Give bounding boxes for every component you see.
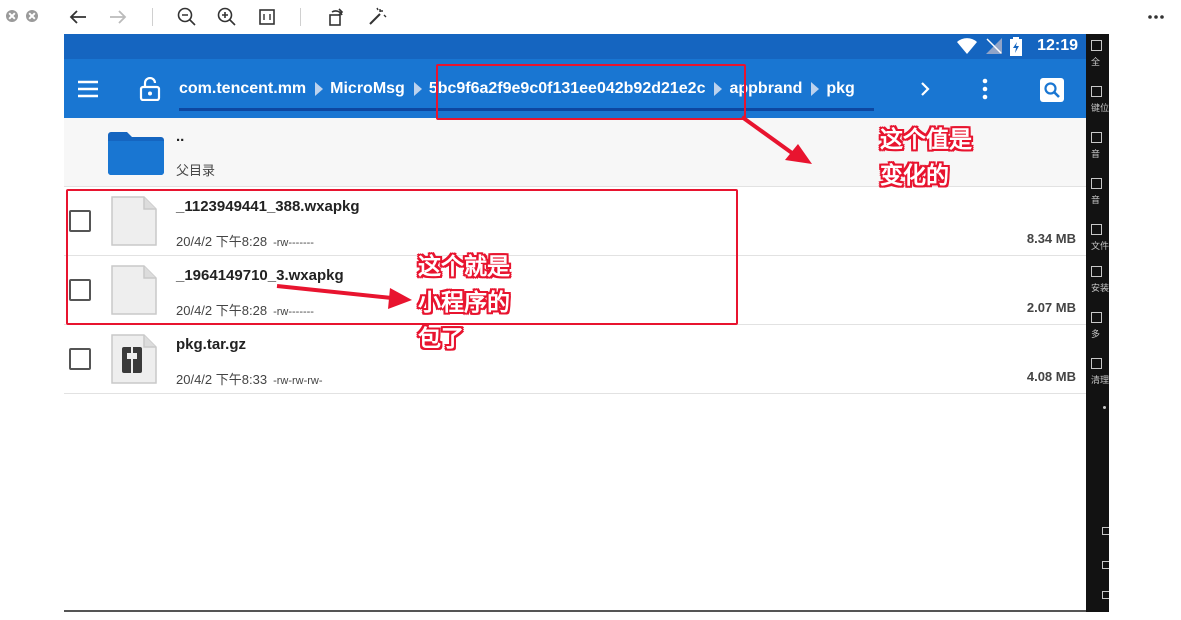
home-icon[interactable] — [1102, 561, 1109, 569]
keyboard-icon — [1091, 86, 1102, 97]
breadcrumb-separator-icon — [811, 81, 820, 96]
file-size: 8.34 MB — [1026, 231, 1076, 246]
side-tool-fullscreen[interactable]: 全 — [1091, 40, 1109, 68]
battery-icon — [1010, 37, 1022, 56]
more-options-icon[interactable] — [1147, 8, 1165, 26]
fit-window-icon[interactable] — [255, 5, 279, 29]
viewer-toolbar — [0, 0, 1181, 34]
multi-instance-icon — [1091, 312, 1102, 323]
close-window-icon[interactable] — [6, 10, 18, 22]
breadcrumb-current[interactable]: pkg — [826, 80, 854, 98]
breadcrumb-separator-icon — [413, 81, 422, 96]
file-size: 2.07 MB — [1026, 300, 1076, 315]
side-tool-install[interactable]: 安装 — [1091, 266, 1109, 294]
file-checkbox[interactable] — [69, 348, 91, 370]
status-time: 12:19 — [1037, 37, 1078, 54]
highlight-box-hash — [436, 64, 746, 120]
minimize-window-icon[interactable] — [26, 10, 38, 22]
status-bar: 12:19 — [64, 34, 1086, 59]
breadcrumb-item[interactable]: MicroMsg — [330, 80, 405, 98]
annotation-line: 这个就是 — [418, 254, 510, 280]
rotate-icon[interactable] — [324, 5, 348, 29]
magic-wand-icon[interactable] — [365, 5, 389, 29]
annotation-line: 小程序的 — [418, 290, 510, 316]
annotation-line: 变化的 — [880, 163, 949, 189]
signal-icon — [986, 38, 1002, 54]
install-icon — [1091, 266, 1102, 277]
emulator-side-toolbar: 全 键位 音 音 文件 安装 多 清理 — [1086, 34, 1109, 612]
recent-apps-icon[interactable] — [1102, 591, 1109, 599]
file-size: 4.08 MB — [1026, 369, 1076, 384]
overflow-menu-icon[interactable] — [974, 77, 996, 101]
volume-down-icon — [1091, 178, 1102, 189]
zoom-out-icon[interactable] — [175, 5, 199, 29]
unlock-icon[interactable] — [139, 77, 161, 101]
file-date: 20/4/2 下午8:33 — [176, 372, 268, 387]
fullscreen-icon — [1091, 40, 1102, 51]
annotation-line: 这个值是 — [880, 127, 972, 153]
menu-icon[interactable] — [76, 77, 100, 101]
back-icon[interactable] — [1102, 527, 1109, 535]
side-tool-files[interactable]: 文件 — [1091, 224, 1109, 252]
side-tool-volume-down[interactable]: 音 — [1091, 178, 1109, 206]
file-meta: 20/4/2 下午8:33 -rw-rw-rw- — [176, 369, 323, 388]
side-tool-volume-up[interactable]: 音 — [1091, 132, 1109, 160]
annotation-line: 包了 — [418, 326, 464, 352]
folder-icon — [108, 132, 164, 175]
forward-arrow-icon[interactable] — [106, 5, 130, 29]
wifi-icon — [957, 38, 977, 54]
annotation-value-changes: 这个值是 变化的 — [880, 122, 972, 194]
parent-directory-name: .. — [176, 128, 185, 145]
search-icon[interactable] — [1039, 77, 1065, 103]
side-tool-multi[interactable]: 多 — [1091, 312, 1109, 340]
toolbar-divider — [152, 8, 153, 26]
annotation-miniprogram-package: 这个就是 小程序的 包了 — [418, 249, 510, 357]
side-tool-keymap[interactable]: 键位 — [1091, 86, 1109, 114]
folder-icon — [1091, 224, 1102, 235]
chevron-right-icon[interactable] — [914, 78, 936, 100]
archive-icon — [111, 334, 157, 384]
parent-directory-label: 父目录 — [176, 163, 216, 178]
screen-bottom-edge — [64, 610, 1086, 612]
toolbar-divider — [300, 8, 301, 26]
more-tools-dot-icon[interactable] — [1103, 406, 1106, 409]
clean-icon — [1091, 358, 1102, 369]
zoom-in-icon[interactable] — [215, 5, 239, 29]
breadcrumb-item[interactable]: com.tencent.mm — [179, 80, 306, 98]
breadcrumb-separator-icon — [315, 81, 324, 96]
file-name: pkg.tar.gz — [176, 336, 247, 353]
file-row[interactable]: pkg.tar.gz 20/4/2 下午8:33 -rw-rw-rw- 4.08 … — [64, 325, 1086, 394]
file-permissions: -rw-rw-rw- — [273, 375, 323, 387]
volume-up-icon — [1091, 132, 1102, 143]
back-arrow-icon[interactable] — [66, 5, 90, 29]
side-tool-clean[interactable]: 清理 — [1091, 358, 1109, 386]
highlight-box-wxapkg — [66, 189, 738, 325]
